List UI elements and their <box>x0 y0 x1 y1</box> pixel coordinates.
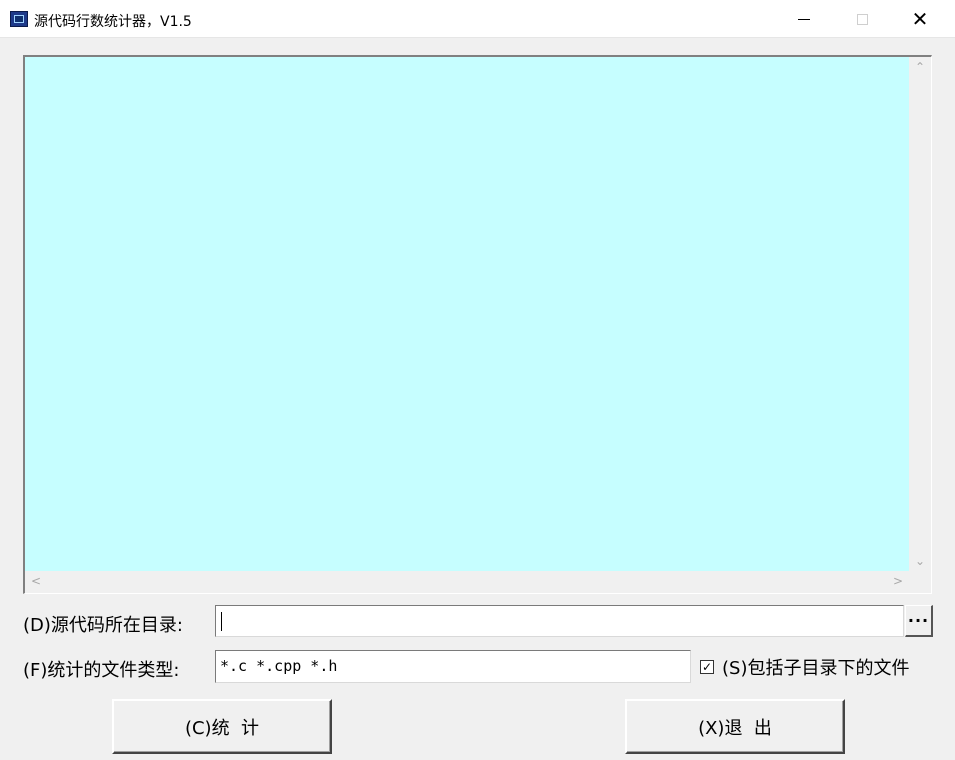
source-dir-label: (D)源代码所在目录: <box>23 615 183 636</box>
horizontal-scrollbar[interactable]: < > <box>25 571 909 593</box>
title-bar: 源代码行数统计器，V1.5 ✕ <box>0 0 955 38</box>
file-type-label: (F)统计的文件类型: <box>23 660 180 681</box>
scroll-left-icon[interactable]: < <box>31 575 41 587</box>
close-icon: ✕ <box>911 7 929 31</box>
maximize-button[interactable] <box>833 0 891 38</box>
browse-button[interactable]: ··· <box>905 605 933 637</box>
text-caret <box>221 612 222 631</box>
minimize-button[interactable] <box>775 0 833 38</box>
check-icon: ✓ <box>701 660 713 674</box>
app-icon <box>10 11 28 27</box>
scroll-corner <box>909 571 931 593</box>
include-subdirs-option[interactable]: ✓ (S)包括子目录下的文件 <box>700 654 909 680</box>
close-button[interactable]: ✕ <box>891 0 949 38</box>
source-dir-input[interactable] <box>215 605 904 637</box>
output-text-area[interactable] <box>25 57 909 571</box>
output-panel: ⌃ ⌄ < > <box>23 55 932 594</box>
scroll-right-icon[interactable]: > <box>893 575 903 587</box>
scroll-up-icon[interactable]: ⌃ <box>915 61 925 73</box>
file-type-input[interactable]: *.c *.cpp *.h <box>215 650 691 683</box>
include-subdirs-label[interactable]: (S)包括子目录下的文件 <box>722 654 909 680</box>
scroll-down-icon[interactable]: ⌄ <box>915 555 925 567</box>
count-button[interactable]: (C)统 计 <box>112 699 332 754</box>
exit-button[interactable]: (X)退 出 <box>625 699 845 754</box>
window-title: 源代码行数统计器，V1.5 <box>34 14 192 30</box>
maximize-icon <box>856 13 868 25</box>
include-subdirs-checkbox[interactable]: ✓ <box>700 660 714 674</box>
vertical-scrollbar[interactable]: ⌃ ⌄ <box>909 57 931 571</box>
minimize-icon <box>798 18 810 20</box>
